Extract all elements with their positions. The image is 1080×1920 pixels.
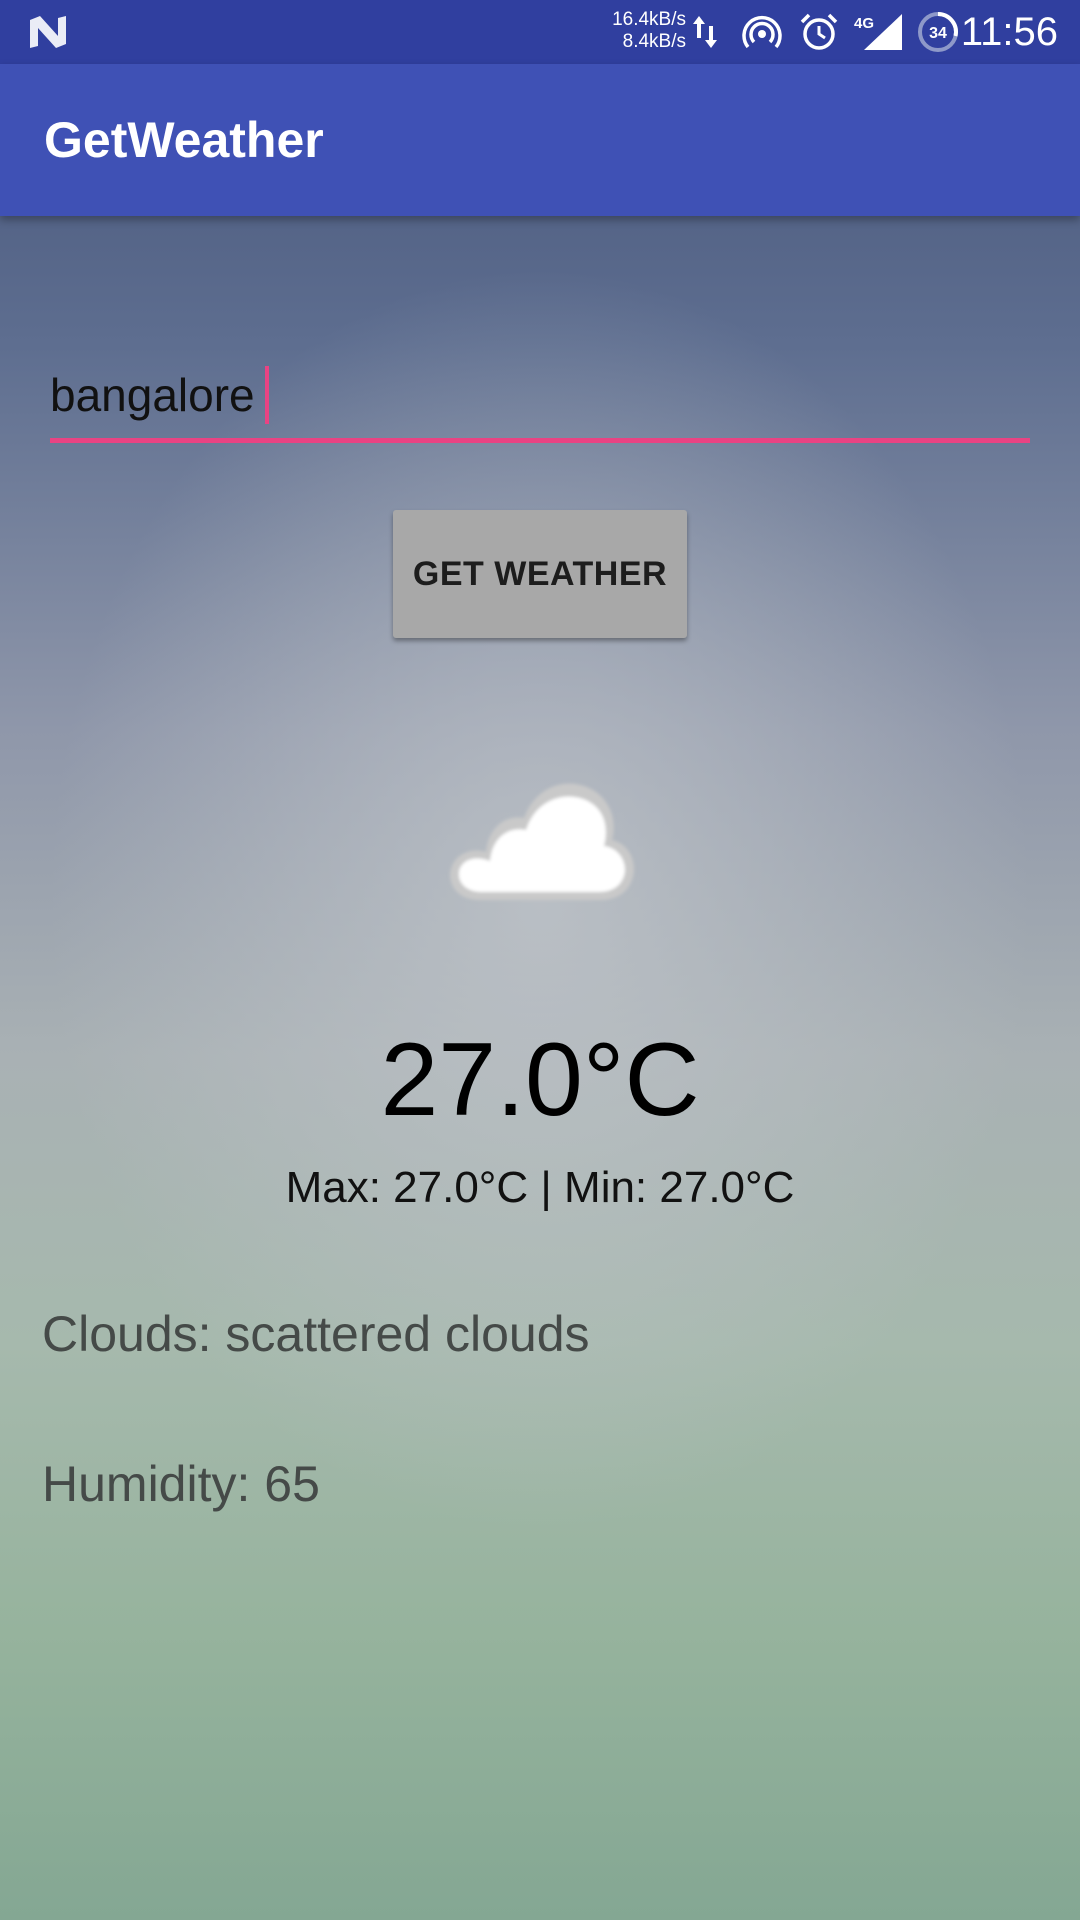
download-speed: 8.4kB/s	[622, 31, 686, 52]
city-input-field[interactable]: bangalore	[50, 360, 1030, 443]
hotspot-icon	[742, 16, 782, 49]
status-clock: 11:56	[960, 10, 1058, 54]
city-input-value: bangalore	[50, 369, 255, 421]
svg-text:34: 34	[929, 25, 947, 42]
notification-n-icon	[30, 16, 66, 48]
cloud-icon	[450, 783, 634, 900]
signal-4g-icon: 4G	[854, 14, 902, 50]
data-transfer-icon	[693, 16, 717, 48]
svg-text:4G: 4G	[854, 15, 874, 32]
app-title: GetWeather	[44, 112, 324, 168]
network-speed: 16.4kB/s 8.4kB/s	[596, 9, 686, 53]
max-min-temperature: Max: 27.0°C | Min: 27.0°C	[285, 1163, 795, 1212]
city-input[interactable]: bangalore	[50, 360, 269, 430]
get-weather-button[interactable]: GET WEATHER	[393, 510, 687, 638]
humidity: Humidity: 65	[42, 1456, 320, 1512]
text-cursor	[264, 365, 269, 424]
alarm-icon	[800, 13, 838, 50]
status-bar: 16.4kB/s 8.4kB/s 4G 34 11:56	[0, 0, 1080, 64]
battery-icon: 34	[918, 12, 958, 52]
clouds-description: Clouds: scattered clouds	[42, 1306, 590, 1362]
temperature: 27.0°C	[380, 1022, 700, 1138]
app-bar: GetWeather	[0, 64, 1080, 216]
upload-speed: 16.4kB/s	[612, 9, 686, 30]
weather-screen: 16.4kB/s 8.4kB/s 4G 34 11:56 GetWeather …	[0, 0, 1080, 1920]
